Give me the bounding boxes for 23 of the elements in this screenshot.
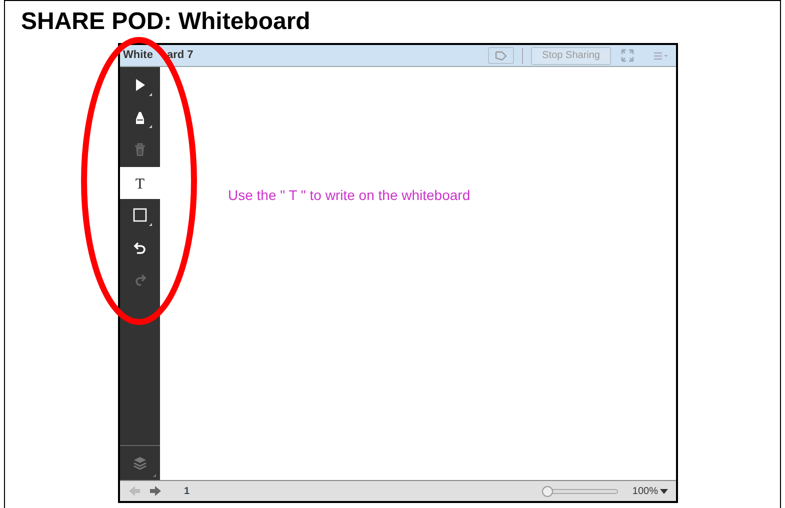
square-icon bbox=[133, 208, 147, 222]
share-button[interactable] bbox=[488, 47, 514, 64]
fullscreen-icon[interactable] bbox=[621, 49, 634, 62]
page-number: 1 bbox=[184, 484, 190, 498]
next-page-icon[interactable] bbox=[148, 485, 162, 497]
slider-thumb[interactable] bbox=[542, 486, 554, 496]
text-icon: T bbox=[133, 176, 147, 190]
zoom-slider[interactable] bbox=[542, 488, 618, 494]
undo-icon bbox=[133, 240, 147, 255]
layers-icon bbox=[133, 456, 147, 470]
menu-icon[interactable] bbox=[654, 52, 668, 60]
pointer-icon bbox=[133, 78, 147, 92]
pod-title: White bbox=[123, 48, 153, 64]
arrow-icon bbox=[494, 50, 508, 62]
page-heading: SHARE POD: Whiteboard bbox=[21, 8, 310, 35]
trash-icon bbox=[133, 143, 147, 158]
text-tool[interactable]: T bbox=[120, 166, 160, 199]
zoom-dropdown[interactable]: 100% bbox=[632, 484, 668, 498]
pod-title: ard 7 bbox=[166, 48, 194, 64]
redo-icon bbox=[133, 273, 147, 288]
canvas-text: Use the " T " to write on the whiteboard bbox=[228, 186, 470, 205]
marker-icon bbox=[133, 110, 147, 125]
caret-icon bbox=[660, 488, 668, 494]
